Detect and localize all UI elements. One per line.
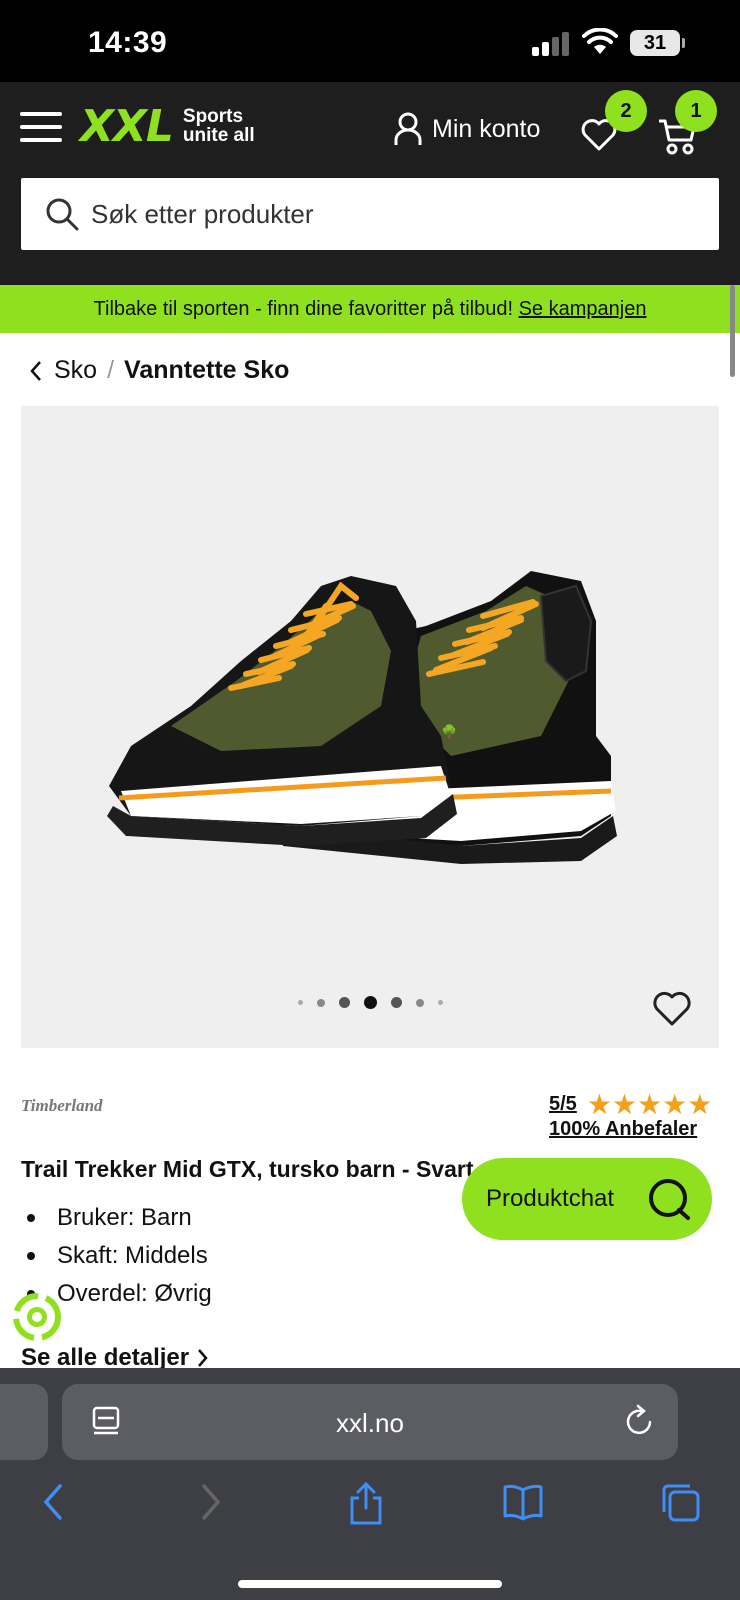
feature-item: Bruker: Barn [21, 1204, 212, 1232]
product-title: Trail Trekker Mid GTX, tursko barn - Sva… [21, 1156, 474, 1182]
previous-tab-preview[interactable] [0, 1384, 48, 1460]
forward-arrow-icon[interactable] [196, 1482, 226, 1527]
xxl-logo[interactable]: XXL Sports unite all [80, 101, 255, 152]
gallery-dot[interactable] [338, 997, 350, 1008]
breadcrumb-separator: / [107, 356, 115, 384]
gallery-dot[interactable] [437, 1000, 443, 1005]
rating-score: 5/5 [549, 1093, 577, 1115]
url-text: xxl.no [336, 1408, 404, 1438]
add-to-wishlist-button[interactable] [651, 990, 693, 1033]
search-bar[interactable] [21, 178, 719, 250]
chat-label: Produktchat [486, 1185, 615, 1212]
gallery-dot[interactable] [297, 1000, 303, 1005]
wishlist-count-badge: 2 [605, 90, 647, 132]
promo-banner: Tilbake til sporten - finn dine favoritt… [0, 285, 740, 333]
product-rating[interactable]: 5/5 ★★★★★ [549, 1088, 712, 1121]
product-chat-button[interactable]: Produktchat [462, 1158, 712, 1240]
gallery-dot[interactable] [316, 998, 325, 1007]
home-indicator [238, 1580, 502, 1588]
signal-icon [532, 32, 572, 56]
site-header: XXL Sports unite all Min konto 2 1 [0, 82, 740, 285]
breadcrumb-current: Vanntette Sko [124, 356, 290, 384]
page-scrollbar[interactable] [730, 285, 735, 377]
user-icon [394, 112, 422, 145]
chevron-right-icon [198, 1349, 208, 1367]
share-icon[interactable] [348, 1481, 384, 1531]
gallery-dot[interactable] [390, 997, 402, 1008]
account-link[interactable]: Min konto [394, 112, 540, 146]
svg-text:🌳: 🌳 [441, 723, 457, 739]
account-label: Min konto [432, 114, 541, 143]
wifi-icon [582, 27, 618, 61]
back-arrow-icon[interactable] [38, 1482, 68, 1527]
gallery-dots [21, 996, 719, 1009]
status-bar: 14:39 31 [0, 0, 740, 82]
promo-link[interactable]: Se kampanjen [519, 298, 647, 320]
status-time: 14:39 [88, 26, 168, 59]
battery-indicator: 31 [630, 30, 685, 56]
sustainability-badge-icon[interactable] [12, 1292, 62, 1342]
chevron-left-icon[interactable] [28, 359, 44, 383]
bookmarks-icon[interactable] [502, 1482, 544, 1527]
feature-item: Skaft: Middels [21, 1242, 212, 1270]
menu-icon[interactable] [20, 112, 64, 142]
product-image: 🌳 [107, 571, 617, 864]
search-input[interactable] [91, 198, 651, 230]
logo-tagline: Sports unite all [182, 106, 255, 146]
breadcrumb-parent[interactable]: Sko [54, 356, 97, 385]
heart-icon [653, 991, 691, 1026]
promo-text: Tilbake til sporten - finn dine favoritt… [93, 298, 514, 320]
search-icon [46, 198, 79, 231]
cart-count-badge: 1 [675, 90, 717, 132]
recommend-percentage[interactable]: 100% Anbefaler [549, 1118, 697, 1141]
product-image-gallery[interactable]: 🌳 [21, 406, 719, 1048]
gallery-dot-active[interactable] [363, 996, 377, 1009]
star-rating-icon: ★★★★★ [586, 1089, 713, 1120]
browser-nav-row [0, 1481, 740, 1552]
reload-icon[interactable] [624, 1404, 656, 1438]
gallery-dot[interactable] [415, 998, 424, 1007]
tabs-icon[interactable] [660, 1482, 702, 1529]
address-bar[interactable]: xxl.no [62, 1384, 678, 1460]
logo-wordmark: XXL [80, 100, 174, 152]
brand-logo[interactable]: Timberland [21, 1096, 103, 1116]
breadcrumb: Sko / Vanntette Sko [28, 356, 289, 385]
browser-toolbar: xxl.no [0, 1368, 740, 1600]
chat-bubble-icon [649, 1179, 690, 1220]
